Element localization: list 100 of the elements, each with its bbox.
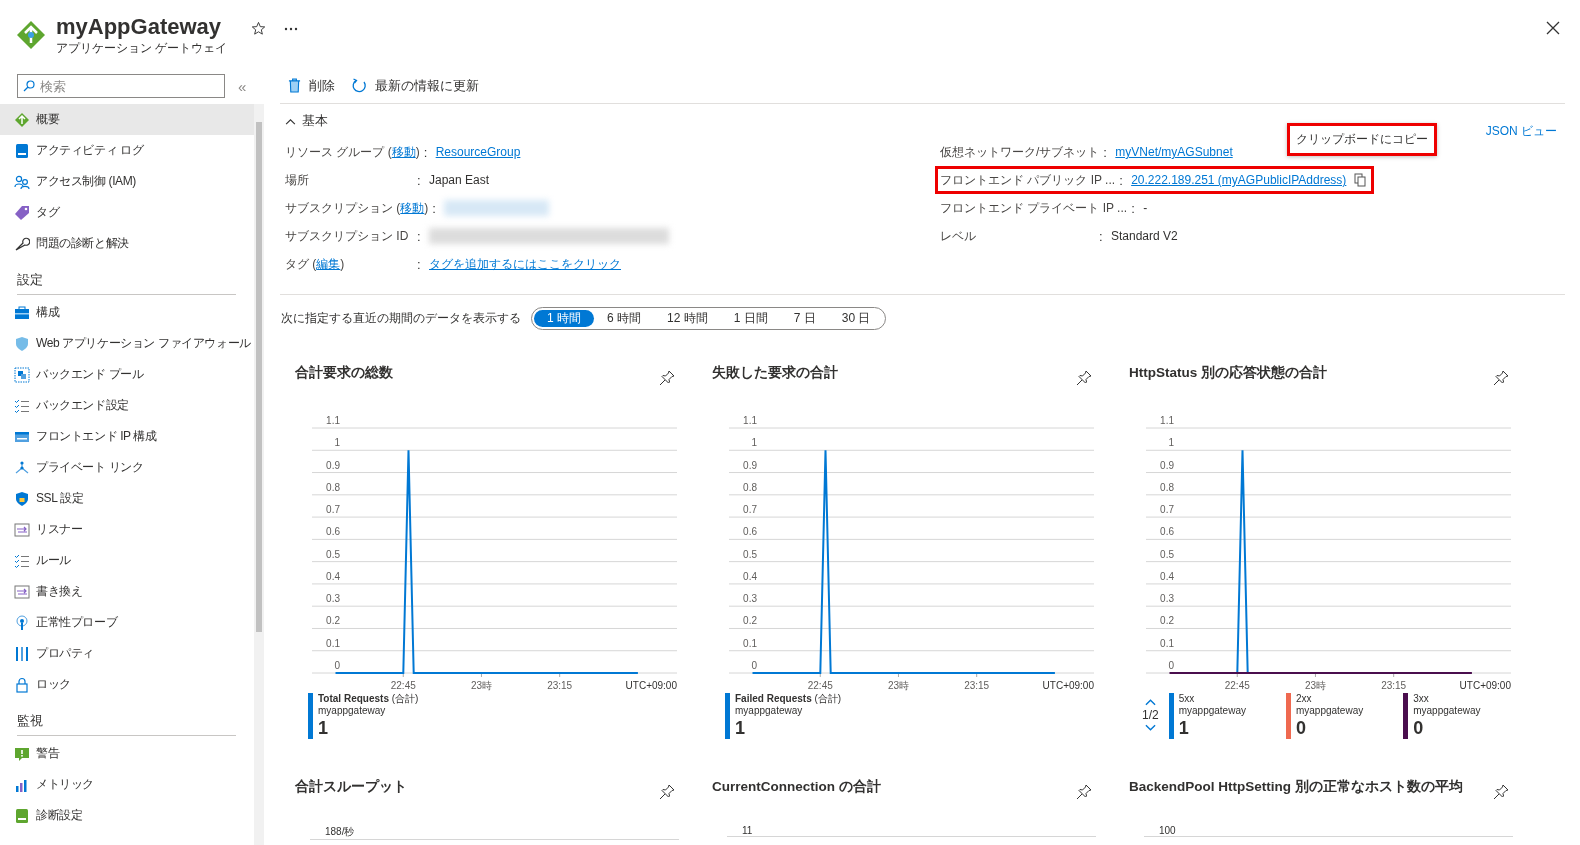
- property-action-link[interactable]: 編集: [316, 256, 341, 271]
- nav-item[interactable]: フロントエンド IP 構成: [0, 421, 254, 452]
- legend-name: Failed Requests (合計): [735, 693, 842, 705]
- trash-icon: [288, 78, 301, 93]
- copy-icon[interactable]: [1354, 173, 1367, 187]
- legend-name: 3xx: [1413, 693, 1430, 705]
- nav-item[interactable]: ルール: [0, 545, 254, 576]
- time-range-label: 次に指定する直近の期間のデータを表示する: [281, 309, 521, 327]
- y-tick-label: 0.8: [326, 481, 340, 493]
- property-value-link[interactable]: myVNet/myAGSubnet: [1115, 145, 1233, 159]
- time-range-option[interactable]: 30 日: [828, 309, 884, 327]
- search-field[interactable]: 検索: [17, 74, 225, 98]
- refresh-button[interactable]: 最新の情報に更新: [351, 76, 479, 95]
- nav-item[interactable]: リスナー: [0, 514, 254, 545]
- pin-icon[interactable]: [1493, 784, 1509, 800]
- diamond-logo-icon: [16, 20, 46, 50]
- legend-resource: myappgateway: [1178, 705, 1246, 717]
- time-range-option[interactable]: 12 時間: [654, 309, 721, 327]
- nav-section-heading: 監視: [17, 700, 236, 736]
- nav-item[interactable]: 正常性プローブ: [0, 607, 254, 638]
- separator-colon: :: [1103, 144, 1108, 160]
- property-label: フロントエンド プライベート IP ...: [940, 200, 1128, 215]
- time-range-option[interactable]: 1 時間: [534, 309, 594, 327]
- pin-icon[interactable]: [659, 784, 675, 800]
- nav-item[interactable]: アクセス制御 (IAM): [0, 166, 254, 197]
- star-icon[interactable]: [251, 21, 267, 36]
- arrows-icon: [14, 583, 30, 600]
- scrollbar[interactable]: [254, 104, 264, 845]
- shield-icon: [14, 490, 30, 507]
- tag-icon: [14, 204, 30, 221]
- pin-icon[interactable]: [1076, 370, 1092, 386]
- property-value-link[interactable]: 20.222.189.251 (myAGPublicIPAddress): [1131, 173, 1347, 187]
- nav-item[interactable]: メトリック: [0, 769, 254, 800]
- y-tick-label: 0: [1168, 660, 1174, 671]
- pin-icon[interactable]: [1076, 784, 1092, 800]
- nav-item[interactable]: 書き換え: [0, 576, 254, 607]
- property-action-link[interactable]: 移動: [400, 200, 425, 215]
- property-action-link[interactable]: 移動: [391, 144, 416, 159]
- nav-item[interactable]: SSL 設定: [0, 483, 254, 514]
- nav-item[interactable]: 問題の診断と解決: [0, 228, 254, 259]
- y-tick-label: 0.7: [326, 504, 340, 516]
- pin-icon[interactable]: [659, 370, 675, 386]
- y-tick-label: 0.8: [743, 481, 757, 493]
- nav-item[interactable]: プライベート リンク: [0, 452, 254, 483]
- x-tick-label: 23:15: [1381, 680, 1407, 691]
- wrench-icon: [14, 235, 30, 252]
- time-range-option[interactable]: 6 時間: [594, 309, 655, 327]
- squares-icon: [14, 366, 30, 383]
- chevron-up-icon[interactable]: [1144, 699, 1156, 706]
- more-icon[interactable]: [284, 27, 299, 31]
- x-tick-label: 23:15: [547, 680, 573, 691]
- property-value-link[interactable]: タグを追加するにはここをクリック: [429, 255, 621, 273]
- legend-name: Total Requests (合計): [318, 693, 419, 705]
- chevron-down-icon[interactable]: [1144, 724, 1156, 731]
- nav-item[interactable]: プロパティ: [0, 638, 254, 669]
- x-tick-label: 23時: [470, 680, 493, 691]
- nav-item[interactable]: 警告: [0, 738, 254, 769]
- nav-item[interactable]: タグ: [0, 197, 254, 228]
- separator-colon: :: [1131, 200, 1136, 216]
- delete-button[interactable]: 削除: [288, 76, 335, 95]
- property-label: レベル: [940, 228, 976, 243]
- y-tick-label: 0: [334, 660, 340, 671]
- legend-resource: myappgateway: [1295, 705, 1364, 717]
- y-tick-label: 0.4: [743, 570, 757, 582]
- y-tick-label: 0.4: [326, 570, 340, 582]
- nav-item[interactable]: バックエンド プール: [0, 359, 254, 390]
- x-tick-label: 22:45: [807, 680, 833, 691]
- refresh-icon: [351, 77, 367, 94]
- nav-item[interactable]: アクティビティ ログ: [0, 135, 254, 166]
- tooltip: クリップボードにコピー: [1287, 123, 1437, 156]
- legend-value: 1: [735, 717, 746, 739]
- nav-item[interactable]: バックエンド設定: [0, 390, 254, 421]
- x-tick-label: 22:45: [1224, 680, 1250, 691]
- y-tick-label: 0.1: [1160, 637, 1174, 649]
- chart-title: CurrentConnection の合計: [712, 778, 881, 796]
- property-value-link[interactable]: ResourceGroup: [435, 145, 521, 159]
- pin-icon[interactable]: [1493, 370, 1509, 386]
- section-toggle[interactable]: 基本: [280, 112, 328, 130]
- time-range-option[interactable]: 7 日: [780, 309, 829, 327]
- nav-item[interactable]: 診断設定: [0, 800, 254, 831]
- nav-item[interactable]: Web アプリケーション ファイアウォール: [0, 328, 254, 359]
- arrows-icon: [14, 521, 30, 538]
- nav-item[interactable]: 構成: [0, 297, 254, 328]
- sliders-icon: [14, 645, 30, 662]
- legend-resource: myappgateway: [318, 705, 387, 717]
- nav-item[interactable]: 概要: [0, 104, 254, 135]
- close-icon[interactable]: [1546, 21, 1560, 35]
- x-tick-label: 23時: [887, 680, 910, 691]
- probe-icon: [14, 614, 30, 631]
- separator-colon: :: [1119, 172, 1124, 188]
- y-tick-label: 0.7: [743, 504, 757, 516]
- nav-item[interactable]: ロック: [0, 669, 254, 700]
- page-title: myAppGateway: [56, 13, 223, 41]
- y-tick-label: 11: [742, 825, 753, 836]
- collapse-button[interactable]: «: [234, 77, 251, 95]
- separator-colon: :: [417, 172, 422, 188]
- time-range-option[interactable]: 1 日間: [720, 309, 781, 327]
- json-view-link[interactable]: JSON ビュー: [1485, 122, 1557, 140]
- chart-title: 合計要求の総数: [295, 364, 393, 382]
- property-value: Standard V2: [1111, 229, 1178, 243]
